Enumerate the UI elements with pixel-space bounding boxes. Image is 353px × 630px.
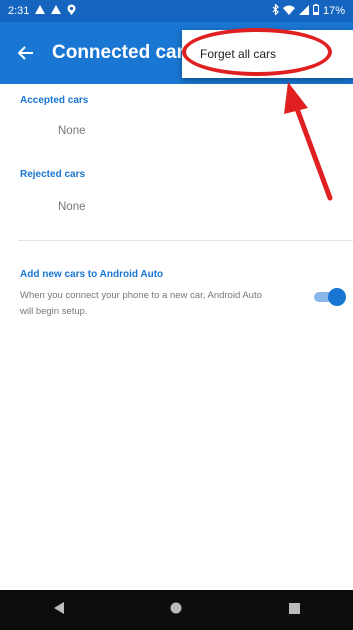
rejected-cars-header: Rejected cars bbox=[20, 169, 86, 180]
location-icon bbox=[67, 4, 76, 18]
back-arrow-icon bbox=[17, 40, 34, 66]
forget-all-cars-label: Forget all cars bbox=[200, 47, 277, 61]
warning-icon bbox=[35, 5, 46, 17]
navigation-bar bbox=[0, 590, 353, 630]
status-time: 2:31 bbox=[8, 5, 30, 17]
wifi-icon bbox=[282, 5, 295, 18]
add-new-cars-description: When you connect your phone to a new car… bbox=[20, 290, 262, 317]
rejected-cars-empty: None bbox=[58, 201, 86, 213]
forget-all-cars-menu-item[interactable]: Forget all cars bbox=[182, 30, 353, 78]
nav-recents-icon bbox=[288, 601, 300, 619]
signal-icon bbox=[298, 4, 309, 18]
nav-back-button[interactable] bbox=[39, 590, 79, 630]
page-title: Connected cars bbox=[52, 42, 182, 63]
battery-percent: 17% bbox=[322, 5, 345, 17]
nav-home-button[interactable] bbox=[156, 590, 196, 630]
accepted-cars-header: Accepted cars bbox=[20, 95, 89, 106]
back-button[interactable] bbox=[0, 22, 52, 84]
nav-back-icon bbox=[53, 601, 64, 619]
bluetooth-icon bbox=[272, 3, 279, 18]
status-bar: 2:31 17% bbox=[0, 0, 353, 22]
warning-icon bbox=[51, 5, 62, 17]
annotation-arrow bbox=[284, 82, 333, 201]
add-new-cars-title: Add new cars to Android Auto bbox=[20, 269, 164, 280]
nav-home-icon bbox=[170, 601, 182, 619]
add-new-cars-toggle[interactable] bbox=[312, 288, 346, 306]
nav-recents-button[interactable] bbox=[274, 590, 314, 630]
battery-icon bbox=[312, 4, 319, 18]
divider bbox=[18, 240, 353, 241]
toggle-thumb bbox=[328, 288, 346, 306]
accepted-cars-empty: None bbox=[58, 125, 86, 137]
